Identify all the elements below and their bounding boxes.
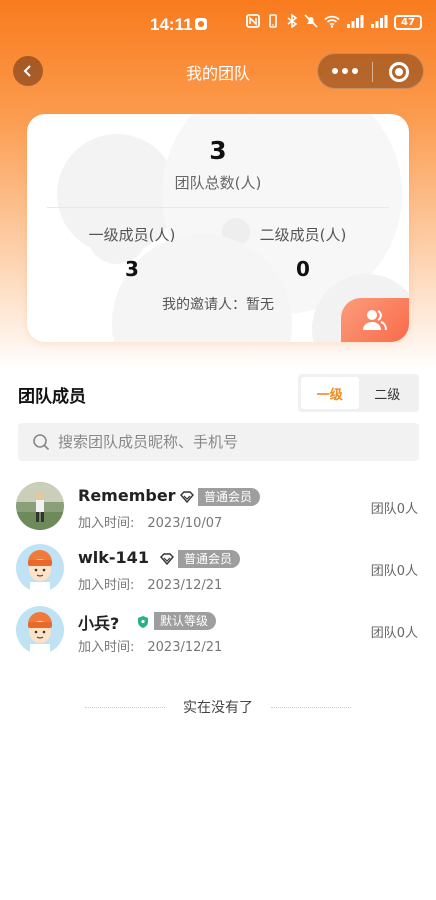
diamond-icon — [156, 549, 178, 569]
vibrate-icon — [266, 14, 280, 31]
close-mini-program-icon[interactable] — [389, 62, 409, 82]
shield-icon — [132, 611, 154, 631]
nav-bar: 我的团队 — [0, 50, 436, 92]
member-team-count: 团队0人 — [370, 502, 418, 517]
more-icon[interactable] — [332, 64, 360, 78]
level2-stat: 二级成员(人) 0 — [213, 224, 393, 281]
member-join-date: 加入时间: 2023/12/21 — [78, 640, 223, 655]
member-join-date: 加入时间: 2023/12/21 — [78, 578, 223, 593]
search-input[interactable] — [58, 433, 398, 451]
photo-avatar — [16, 482, 64, 530]
users-icon — [363, 310, 387, 331]
divider-line — [85, 706, 165, 708]
signal-icon — [346, 14, 364, 31]
divider-line — [271, 706, 351, 708]
member-team-count: 团队0人 — [370, 626, 418, 641]
member-name: 小兵? — [78, 614, 120, 633]
wifi-icon — [324, 15, 340, 31]
list-end-indicator: 实在没有了 — [0, 697, 436, 717]
member-row[interactable]: Remember 普通会员 加入时间: 2023/10/07 团队0人 — [16, 482, 420, 532]
member-name: wlk-141 — [78, 548, 149, 567]
mute-icon — [304, 14, 318, 31]
member-level-badge: 普通会员 — [176, 487, 261, 507]
card-divider — [47, 207, 389, 208]
total-members-label: 团队总数(人) — [174, 174, 262, 192]
member-level-badge: 默认等级 — [132, 611, 217, 631]
member-team-count: 团队0人 — [370, 564, 418, 579]
nfc-icon — [246, 14, 260, 31]
member-row[interactable]: 小兵? 默认等级 加入时间: 2023/12/21 团队0人 — [16, 606, 420, 656]
team-contact-button[interactable] — [341, 298, 409, 342]
member-row[interactable]: wlk-141 普通会员 加入时间: 2023/12/21 团队0人 — [16, 544, 420, 594]
level1-stat: 一级成员(人) 3 — [42, 224, 222, 281]
search-icon — [33, 434, 50, 451]
level1-label: 一级成员(人) — [88, 226, 176, 244]
member-level-text: 默认等级 — [154, 612, 217, 630]
member-level-text: 普通会员 — [178, 550, 241, 568]
bluetooth-icon — [286, 13, 298, 31]
level-tabs: 一级 二级 — [298, 374, 419, 412]
diamond-icon — [176, 487, 198, 507]
member-name: Remember — [78, 486, 176, 505]
signal-5g-icon — [370, 14, 388, 31]
team-stats-card: 3 团队总数(人) 一级成员(人) 3 二级成员(人) 0 我的邀请人：暂无 — [27, 114, 409, 342]
level2-value: 0 — [296, 257, 310, 281]
tab-level1[interactable]: 一级 — [301, 377, 359, 409]
capsule-divider — [372, 62, 373, 82]
member-level-text: 普通会员 — [198, 488, 261, 506]
cartoon-avatar — [16, 606, 64, 654]
tab-level2[interactable]: 二级 — [359, 377, 417, 409]
total-members-value: 3 — [209, 136, 227, 165]
notification-icon — [195, 18, 207, 30]
status-icons: 47 — [246, 13, 422, 31]
level2-label: 二级成员(人) — [259, 226, 347, 244]
search-bar — [18, 423, 419, 461]
member-join-date: 加入时间: 2023/10/07 — [78, 516, 223, 531]
status-time: 14:11 — [150, 15, 193, 34]
cartoon-avatar — [16, 544, 64, 592]
list-end-label: 实在没有了 — [183, 700, 253, 716]
mini-program-capsule — [317, 53, 424, 89]
member-level-badge: 普通会员 — [156, 549, 241, 569]
status-bar: 14:11 47 — [0, 0, 436, 50]
section-title: 团队成员 — [18, 387, 86, 407]
level1-value: 3 — [125, 257, 139, 281]
battery-icon: 47 — [394, 15, 422, 30]
